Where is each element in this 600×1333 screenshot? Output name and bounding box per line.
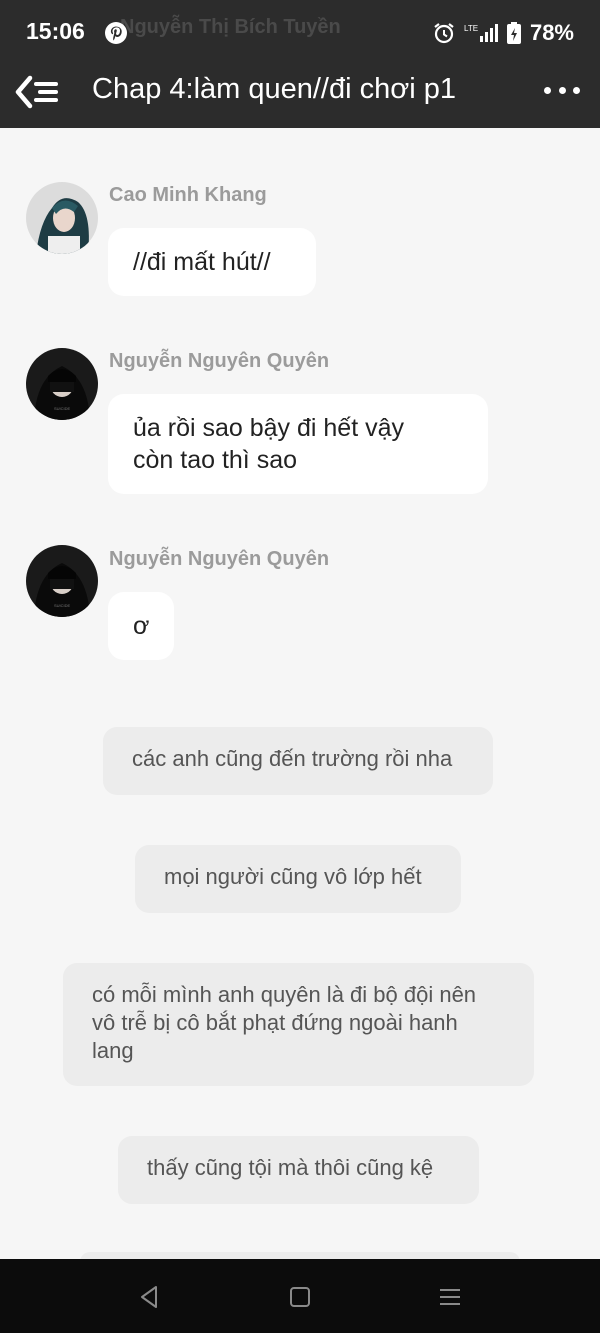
message-text: //đi mất hút// xyxy=(133,248,271,276)
sender-name: Nguyễn Nguyên Quyên xyxy=(109,548,330,570)
avatar-shirt-print: SUICIDE xyxy=(54,406,71,411)
status-icons: LTE 78% xyxy=(432,18,574,48)
narration-text-line: vô trễ bị cô bắt phạt đứng ngoài hanh xyxy=(92,1010,458,1035)
pinterest-icon xyxy=(105,22,127,44)
message-text-line: còn tao thì sao xyxy=(133,446,298,474)
nav-home-icon[interactable] xyxy=(286,1283,314,1311)
narration-text: mọi người cũng vô lớp hết xyxy=(164,864,422,889)
chapter-title: Chap 4:làm quen//đi chơi p1 xyxy=(92,73,457,105)
avatar-shirt-print: SUICIDE xyxy=(54,603,71,608)
avatar-dark-hood-icon: SUICIDE xyxy=(26,348,98,420)
sender-name: Cao Minh Khang xyxy=(109,184,267,206)
status-time: 15:06 xyxy=(26,18,85,44)
narration-text: thấy cũng tội mà thôi cũng kệ xyxy=(147,1155,434,1180)
narration-text-line: có mỗi mình anh quyên là đi bộ đội nên xyxy=(92,982,477,1007)
nav-back-icon[interactable] xyxy=(136,1283,164,1311)
more-icon[interactable] xyxy=(544,76,580,104)
signal-icon: LTE xyxy=(464,24,498,42)
message-bubble: //đi mất hút// xyxy=(108,228,316,296)
network-label: LTE xyxy=(464,24,478,33)
avatar-dark-hood-icon: SUICIDE xyxy=(26,545,98,617)
narration-text: các anh cũng đến trường rồi nha xyxy=(132,746,453,771)
narration-text-line: lang xyxy=(92,1038,134,1063)
message-text-line: ủa rồi sao bậy đi hết vậy xyxy=(133,414,404,442)
top-bar: Nguyễn Thị Bích Tuyền 15:06 LTE 78% Chap… xyxy=(0,0,600,128)
sender-name: Nguyễn Nguyên Quyên xyxy=(109,350,330,372)
nav-recent-icon[interactable] xyxy=(436,1283,464,1311)
avatar[interactable] xyxy=(26,182,98,254)
narration-block: thấy cũng tội mà thôi cũng kệ xyxy=(118,1136,479,1204)
narration-block: các anh cũng đến trường rồi nha xyxy=(103,727,493,795)
message-bubble: ủa rồi sao bậy đi hết vậy còn tao thì sa… xyxy=(108,394,488,494)
system-nav-bar xyxy=(0,1259,600,1333)
avatar[interactable]: SUICIDE xyxy=(26,545,98,617)
ghost-notification-text: Nguyễn Thị Bích Tuyền xyxy=(120,16,341,38)
battery-icon xyxy=(506,22,521,44)
message-text: ơ xyxy=(133,612,150,640)
message-bubble: ơ xyxy=(108,592,174,660)
narration-block: mọi người cũng vô lớp hết xyxy=(135,845,461,913)
alarm-icon xyxy=(434,23,454,44)
narration-block: có mỗi mình anh quyên là đi bộ đội nên v… xyxy=(63,963,534,1086)
avatar-girl-teal-hair-icon xyxy=(26,182,98,254)
avatar[interactable]: SUICIDE xyxy=(26,348,98,420)
back-menu-icon[interactable] xyxy=(14,72,62,112)
battery-percent: 78% xyxy=(529,20,574,45)
